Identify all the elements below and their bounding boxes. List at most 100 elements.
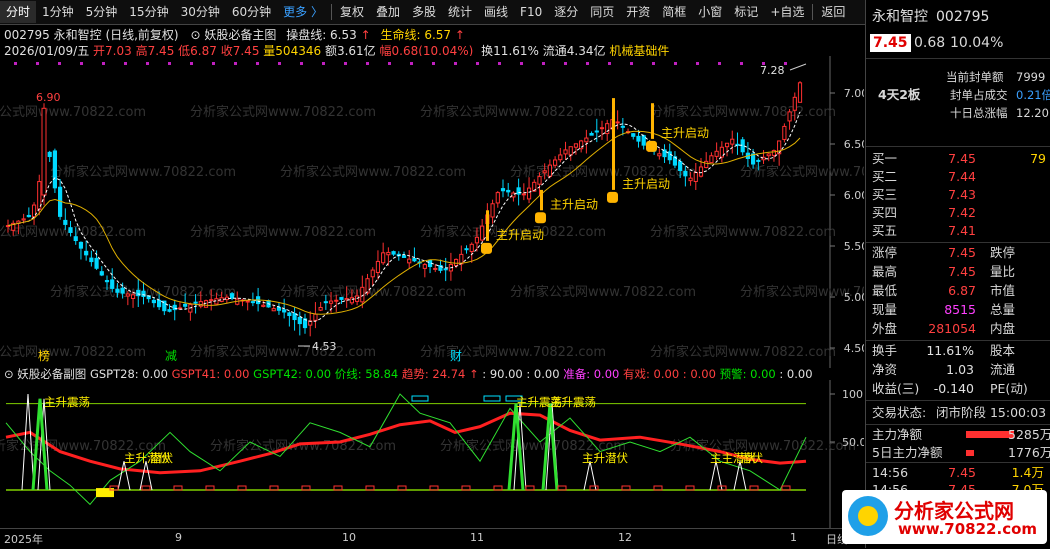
stat-label: 外盘 (872, 321, 898, 336)
candle-body (620, 125, 625, 128)
stat2-label-2: 流通 (990, 362, 1016, 377)
candle-body (662, 149, 667, 158)
event-marker: 榜 (38, 348, 50, 363)
toolbar-item[interactable]: 叠加 (370, 1, 406, 23)
toolbar-item[interactable]: 小窗 (692, 1, 728, 23)
candle-body (688, 177, 693, 182)
main-net-row: 主力净额 5285万 (866, 426, 1050, 444)
candle-body (740, 139, 745, 153)
sub-collapse-icon[interactable]: ⊙ (4, 367, 14, 381)
event-dot (388, 62, 391, 65)
price-axis-label: 6.00 (844, 189, 864, 202)
candle-body (495, 192, 500, 204)
stat-label: 涨停 (872, 245, 898, 260)
stat2-label: 净资 (872, 362, 898, 377)
tick-price: 7.45 (948, 465, 976, 480)
event-dot (58, 62, 61, 65)
candle-body (506, 189, 511, 193)
candle-body (52, 150, 57, 189)
candle-body (349, 297, 354, 304)
trend-value: 趋势: 24.74 (401, 367, 466, 381)
toolbar-item[interactable]: 30分钟 (175, 1, 226, 23)
candle-body (375, 260, 381, 273)
candle-body (386, 251, 391, 256)
seal-amount-row: 当前封单额 7999 (866, 68, 1050, 86)
stats2-row: 净资 1.03 流通 (866, 361, 1050, 379)
toolbar-item[interactable]: 返回 (815, 1, 851, 23)
indicator-name[interactable]: 妖股必备主图 (204, 28, 276, 42)
tick-row: 14:56 7.45 1.4万 (866, 464, 1050, 482)
sub-indicator-name[interactable]: 妖股必备副图 (17, 367, 86, 381)
stat-value: 7.45 (948, 264, 976, 279)
panel-header: 永和智控 002795 (866, 8, 1050, 26)
toolbar-item[interactable]: 5分钟 (80, 1, 124, 23)
order-row: 买五 7.41 (866, 222, 1050, 240)
candle-body (26, 214, 31, 218)
candle-body (68, 227, 73, 233)
toolbar-item[interactable]: 60分钟 (226, 1, 277, 23)
watermark-text: 分析家公式网www.70822.com (510, 284, 696, 300)
toolbar-item[interactable]: F10 (514, 1, 548, 23)
stat2-value: 11.61% (926, 343, 974, 358)
candle-body (490, 203, 495, 218)
toolbar-item[interactable]: 开资 (620, 1, 656, 23)
toolbar-item[interactable]: +自选 (764, 1, 810, 23)
seal-ratio: 0.21倍 (1016, 88, 1050, 102)
toolbar-item[interactable]: 简框 (656, 1, 692, 23)
toolbar-item[interactable]: 同页 (584, 1, 620, 23)
toolbar-item[interactable]: 统计 (442, 1, 478, 23)
toolbar-item[interactable]: 复权 (334, 1, 370, 23)
date-axis-label: 12 (618, 531, 632, 544)
sub-axis-label: 100.0 (842, 388, 864, 401)
candle-body (339, 297, 344, 300)
stat-label-2: 内盘 (990, 321, 1016, 336)
event-dot (586, 62, 589, 65)
toolbar-item[interactable]: 标记 (728, 1, 764, 23)
candle-body (599, 127, 605, 130)
yellow-block (96, 488, 114, 498)
stat-value: 8515 (944, 302, 976, 317)
toolbar-item[interactable]: 更多 〉 (277, 1, 329, 23)
candle-body (693, 172, 698, 183)
stat-label-2: 总量 (990, 302, 1016, 317)
price-axis-label: 4.50 (844, 342, 864, 355)
event-dot (36, 62, 39, 65)
signal-bar (651, 103, 654, 139)
toolbar-item[interactable]: 多股 (406, 1, 442, 23)
price-axis-label: 5.00 (844, 291, 864, 304)
candle-body (370, 269, 375, 278)
candle-body (271, 308, 276, 312)
date-axis-label: 11 (470, 531, 484, 544)
candle-body (47, 151, 52, 158)
toolbar-item[interactable]: 逐分 (548, 1, 584, 23)
candle-body (381, 252, 386, 264)
toolbar-item[interactable]: 分时 (0, 1, 37, 23)
toolbar-item[interactable]: 画线 (478, 1, 514, 23)
candle-body (401, 255, 407, 258)
panel-stock-code: 002795 (936, 9, 990, 25)
main-net-bar (966, 431, 1014, 438)
candle-body (120, 287, 125, 294)
event-marker: 财 (450, 349, 462, 363)
collapse-icon[interactable]: ⊙ (190, 28, 200, 42)
candle-body (99, 271, 104, 276)
tick-volume: 1.4万 (1011, 465, 1044, 480)
event-dot (234, 62, 237, 65)
main-chart[interactable]: 分析家公式网www.70822.com 分析家公式网www.70822.com 分析… (0, 56, 864, 368)
toolbar-item[interactable]: 1分钟 (36, 1, 80, 23)
watermark-text: 分析家公式网www.70822.com (190, 344, 376, 360)
divider (866, 340, 1050, 341)
panel-price: 7.45 (870, 34, 911, 52)
sub-chart[interactable]: 分析家公式网www.70822.com分析家公式网www.70822.com分析… (0, 380, 864, 528)
candle-body (250, 301, 255, 304)
candle-body (41, 107, 47, 196)
ten-day-value: 12.20 (1016, 106, 1049, 120)
toolbar-item[interactable]: 15分钟 (123, 1, 174, 23)
candle-body (261, 304, 266, 307)
price-axis-label: 6.50 (844, 138, 864, 151)
watermark-text: 分析家公式网www.70822.com (650, 344, 836, 360)
v0-value: : 0.00 (526, 367, 560, 381)
event-dot (102, 62, 105, 65)
event-dot (212, 62, 215, 65)
logo-url: www.70822.com (898, 520, 1038, 538)
